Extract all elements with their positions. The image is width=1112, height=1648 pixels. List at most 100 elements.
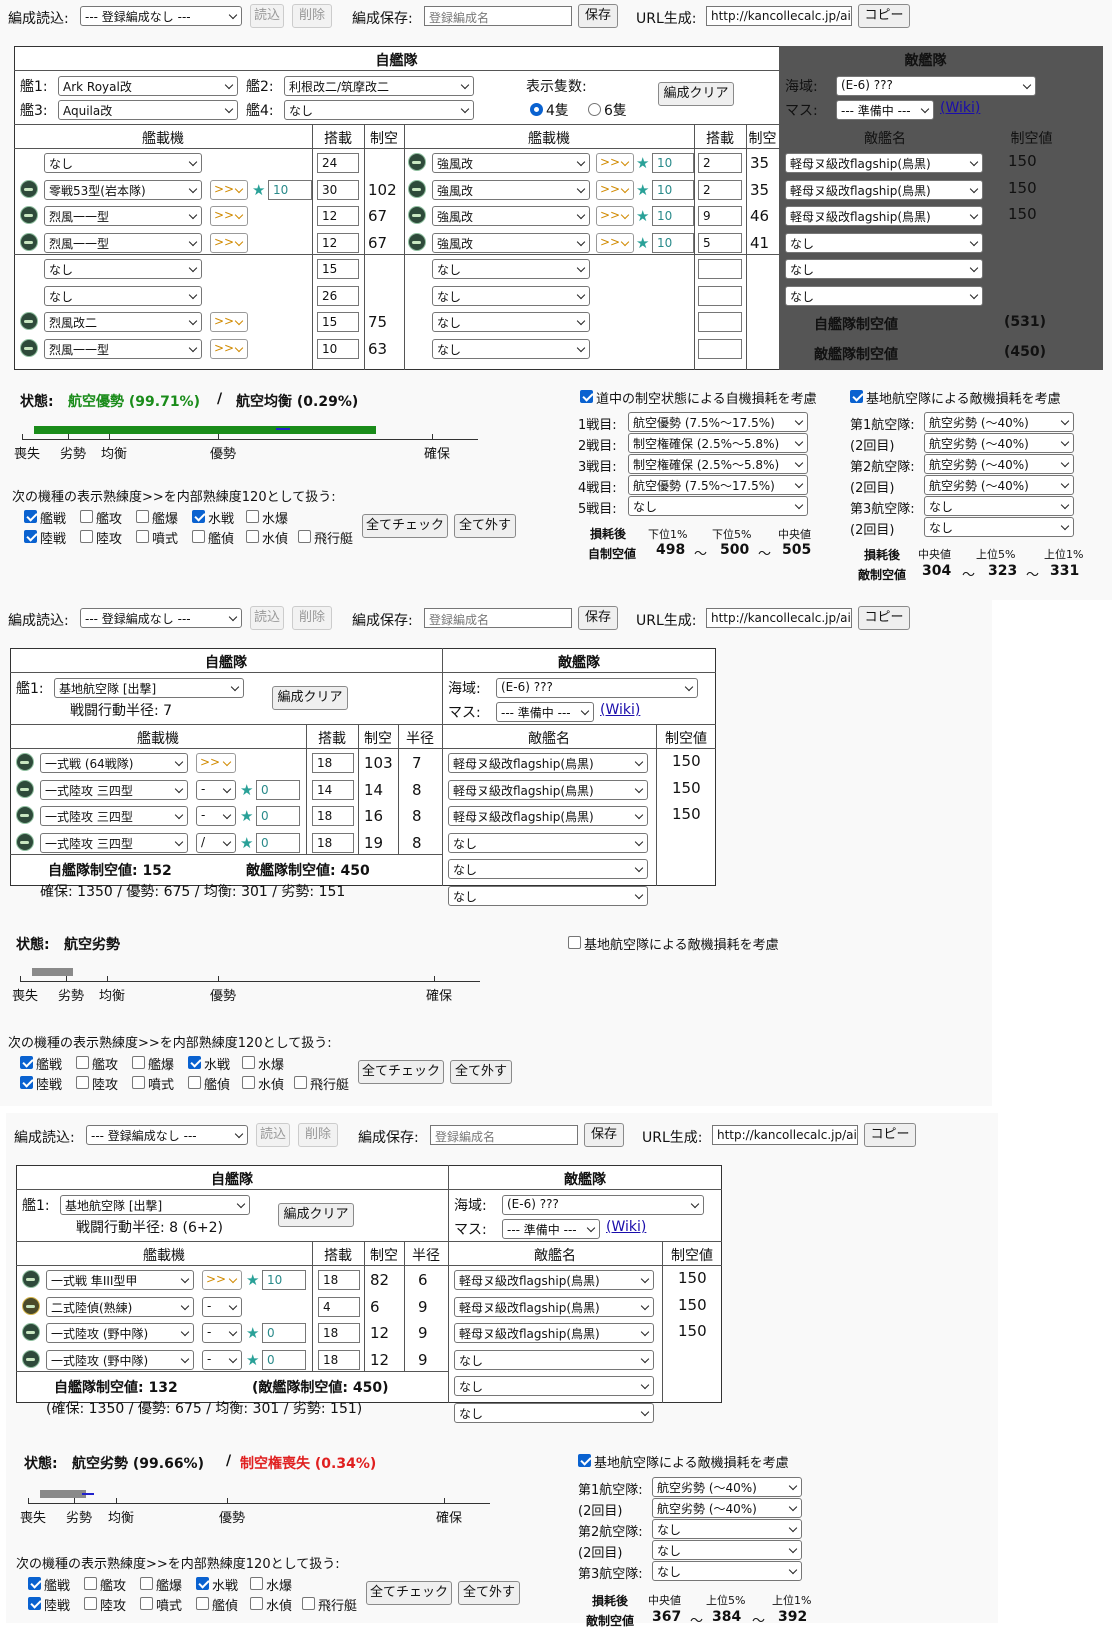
improvement-input[interactable]: 0 [262, 1323, 306, 1343]
slot-input[interactable]: 18 [312, 832, 354, 853]
checkbox-5[interactable] [20, 1076, 33, 1089]
save-name-input[interactable]: 登録編成名 [424, 608, 572, 628]
enemy-select[interactable]: なし [454, 1402, 654, 1423]
equipment-select[interactable]: 一式陸攻 三四型 [40, 779, 188, 800]
base-state-select[interactable]: なし [924, 517, 1074, 537]
checkbox-2[interactable] [140, 1577, 153, 1590]
check-all-button[interactable]: 全てチェック [362, 514, 448, 538]
improvement-input[interactable]: 10 [652, 179, 694, 200]
checkbox-0[interactable] [24, 510, 37, 523]
improvement-input[interactable]: 0 [256, 832, 300, 853]
base-state-select[interactable]: 航空劣勢 (〜40%) [652, 1477, 802, 1497]
save-button[interactable]: 保存 [578, 4, 618, 28]
base-select[interactable]: 基地航空隊 [出撃] [54, 678, 244, 698]
enemy-select[interactable]: 軽母ヌ級改flagship(鳥黒) [785, 153, 983, 173]
enemy-select[interactable]: 軽母ヌ級改flagship(鳥黒) [454, 1270, 654, 1290]
area-select[interactable]: (E-6) ??? [502, 1195, 704, 1215]
proficiency-select[interactable]: - [196, 779, 236, 800]
equipment-select[interactable]: 一式陸攻 (野中隊) [46, 1349, 194, 1370]
slot-input[interactable]: 18 [312, 806, 354, 826]
wiki-link[interactable]: (Wiki) [606, 1219, 646, 1235]
checkbox-7[interactable] [140, 1597, 153, 1610]
enemy-select[interactable]: 軽母ヌ級改flagship(鳥黒) [454, 1323, 654, 1343]
equipment-select[interactable]: 一式陸攻 (野中隊) [46, 1323, 194, 1343]
checkbox-4[interactable] [250, 1577, 263, 1590]
cell-select[interactable]: --- 準備中 --- [836, 100, 934, 120]
check-all-button[interactable]: 全てチェック [366, 1581, 452, 1605]
ship2-select[interactable]: 利根改二/筑摩改二 [284, 76, 474, 96]
wiki-link[interactable]: (Wiki) [940, 100, 980, 116]
slot-input[interactable]: 24 [317, 153, 359, 173]
read-button[interactable]: 読込 [256, 1123, 290, 1147]
enemy-select[interactable]: なし [454, 1349, 654, 1370]
proficiency-select[interactable]: >> [596, 179, 634, 200]
delete-button[interactable]: 削除 [298, 1123, 338, 1147]
checkbox-8[interactable] [188, 1076, 201, 1089]
checkbox-7[interactable] [132, 1076, 145, 1089]
enemy-select[interactable]: 軽母ヌ級改flagship(鳥黒) [785, 179, 983, 200]
proficiency-select[interactable]: >> [210, 232, 248, 253]
enemy-select[interactable]: 軽母ヌ級改flagship(鳥黒) [448, 806, 648, 826]
proficiency-select[interactable]: - [202, 1349, 242, 1370]
copy-button[interactable]: コピー [858, 606, 910, 630]
route-loss-checkbox[interactable] [580, 390, 593, 403]
proficiency-select[interactable]: >> [596, 232, 634, 253]
improvement-input[interactable]: 10 [268, 179, 312, 200]
checkbox-2[interactable] [132, 1056, 145, 1069]
slot-input[interactable]: 14 [312, 779, 354, 800]
slot-input[interactable] [698, 285, 742, 306]
proficiency-select[interactable]: >> [210, 338, 248, 359]
equipment-select[interactable]: なし [432, 338, 590, 359]
base-loss-checkbox[interactable] [568, 936, 581, 949]
slot-input[interactable]: 10 [317, 338, 359, 359]
load-select[interactable]: --- 登録編成なし --- [80, 608, 242, 628]
improvement-input[interactable]: 10 [652, 153, 694, 173]
clear-fleet-button[interactable]: 編成クリア [272, 686, 348, 710]
checkbox-0[interactable] [28, 1577, 41, 1590]
checkbox-3[interactable] [196, 1577, 209, 1590]
equipment-select[interactable]: 一式陸攻 三四型 [40, 832, 188, 853]
check-all-button[interactable]: 全てチェック [358, 1060, 444, 1084]
route-state-select[interactable]: 航空優勢 (7.5%〜17.5%) [628, 475, 808, 495]
checkbox-3[interactable] [192, 510, 205, 523]
slot-input[interactable]: 9 [698, 206, 742, 226]
route-state-select[interactable]: 制空権確保 (2.5%〜5.8%) [628, 433, 808, 453]
checkbox-9[interactable] [242, 1076, 255, 1089]
checkbox-1[interactable] [76, 1056, 89, 1069]
enemy-select[interactable]: なし [785, 232, 983, 253]
checkbox-10[interactable] [298, 530, 311, 543]
base-state-select[interactable]: 航空劣勢 (〜40%) [924, 475, 1074, 495]
equipment-select[interactable]: 一式陸攻 三四型 [40, 806, 188, 826]
checkbox-8[interactable] [196, 1597, 209, 1610]
checkbox-6[interactable] [76, 1076, 89, 1089]
checkbox-5[interactable] [24, 530, 37, 543]
equipment-select[interactable]: なし [432, 259, 590, 279]
enemy-select[interactable]: 軽母ヌ級改flagship(鳥黒) [785, 206, 983, 226]
equipment-select[interactable]: 零戦53型(岩本隊) [44, 179, 202, 200]
base-state-select[interactable]: なし [652, 1561, 802, 1581]
proficiency-select[interactable]: >> [596, 206, 634, 226]
equipment-select[interactable]: 二式陸偵(熟練) [46, 1296, 194, 1317]
proficiency-select[interactable]: - [202, 1296, 242, 1317]
slot-input[interactable]: 15 [317, 259, 359, 279]
equipment-select[interactable]: 一式戦 (64戦隊) [40, 753, 188, 773]
clear-fleet-button[interactable]: 編成クリア [658, 82, 734, 106]
save-name-input[interactable]: 登録編成名 [430, 1125, 578, 1145]
enemy-select[interactable]: なし [785, 259, 983, 279]
checkbox-10[interactable] [294, 1076, 307, 1089]
radio-6[interactable] [588, 103, 601, 116]
proficiency-select[interactable]: - [202, 1323, 242, 1343]
checkbox-9[interactable] [246, 530, 259, 543]
improvement-input[interactable]: 0 [256, 779, 300, 800]
slot-input[interactable]: 2 [698, 153, 742, 173]
equipment-select[interactable]: 一式戦 隼III型甲 [46, 1270, 194, 1290]
clear-fleet-button[interactable]: 編成クリア [278, 1203, 354, 1227]
slot-input[interactable]: 30 [317, 179, 359, 200]
equipment-select[interactable]: 烈風改二 [44, 312, 202, 332]
proficiency-select[interactable]: >> [210, 179, 248, 200]
save-button[interactable]: 保存 [578, 606, 618, 630]
checkbox-7[interactable] [136, 530, 149, 543]
slot-input[interactable]: 18 [312, 753, 354, 773]
url-output[interactable]: http://kancollecalc.jp/air_ [706, 6, 852, 26]
improvement-input[interactable]: 0 [262, 1349, 306, 1370]
